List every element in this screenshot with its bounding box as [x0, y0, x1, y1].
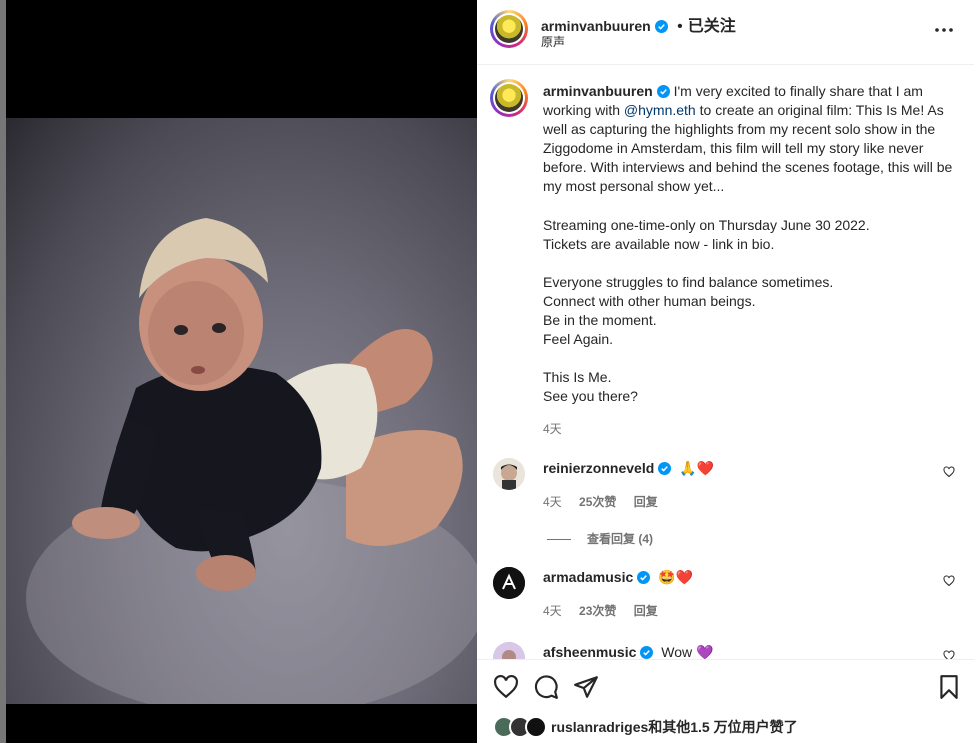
comment-likes[interactable]: 25次赞 [579, 495, 616, 509]
audio-label[interactable]: 原声 [541, 33, 565, 50]
comment-age[interactable]: 4天 [543, 495, 562, 509]
commenter-username[interactable]: reinierzonneveld [543, 460, 654, 476]
commenter-avatar[interactable] [493, 567, 525, 599]
more-options-icon[interactable] [932, 18, 956, 42]
verified-badge-icon [654, 20, 668, 33]
post-caption: arminvanbuuren I'm very excited to final… [543, 82, 957, 406]
comments-scroll-area[interactable]: arminvanbuuren I'm very excited to final… [477, 65, 974, 659]
verified-badge-icon [637, 571, 651, 584]
post-photo[interactable] [6, 118, 477, 704]
commenter-avatar[interactable] [493, 458, 525, 490]
comment-text: 🤩❤️ [658, 569, 694, 585]
liker-avatar [525, 716, 547, 738]
commenter-username[interactable]: afsheenmusic [543, 644, 636, 659]
caption-line: Be in the moment. [543, 311, 657, 328]
author-username[interactable]: arminvanbuuren [541, 18, 651, 34]
comment-text: 🙏❤️ [679, 460, 715, 476]
comment-bubble-icon[interactable] [533, 674, 559, 700]
caption-line: See you there? [543, 388, 638, 405]
save-bookmark-icon[interactable] [936, 674, 962, 700]
caption-line: Connect with other human beings. [543, 292, 756, 309]
follow-status-button[interactable]: 已关注 [688, 18, 736, 35]
share-send-icon[interactable] [573, 674, 599, 700]
caption-author-avatar[interactable] [490, 79, 528, 117]
post-media[interactable] [0, 0, 477, 743]
comment-item: afsheenmusic Wow 💜 [493, 642, 963, 659]
verified-badge-icon [658, 462, 672, 475]
comment-text: Wow 💜 [661, 644, 714, 659]
author-avatar[interactable] [490, 10, 528, 48]
caption-line: Feel Again. [543, 331, 614, 348]
baby-crawling-illustration [26, 218, 477, 704]
caption-line: Streaming one-time-only on Thursday June… [543, 216, 870, 233]
caption-line: Tickets are available now - link in bio. [543, 235, 775, 252]
comment-age[interactable]: 4天 [543, 604, 562, 618]
comment-like-heart-icon[interactable] [943, 650, 955, 659]
comment-like-heart-icon[interactable] [943, 575, 955, 587]
verified-badge-icon [656, 85, 670, 98]
like-heart-icon[interactable] [493, 674, 519, 700]
reply-button[interactable]: 回复 [634, 604, 658, 618]
view-replies-label[interactable]: 查看回复 (4) [587, 532, 653, 546]
caption-line: This Is Me. [543, 369, 612, 386]
comment-like-heart-icon[interactable] [943, 466, 955, 478]
comment-item: reinierzonneveld 🙏❤️ 4天 25次赞 回复 [493, 458, 963, 518]
caption-username[interactable]: arminvanbuuren [543, 83, 653, 99]
post-side-panel: arminvanbuuren • 已关注 原声 arminvanbuuren I'… [477, 0, 974, 743]
post-header: arminvanbuuren • 已关注 原声 [477, 0, 974, 65]
post-age[interactable]: 4天 [543, 420, 562, 437]
commenter-username[interactable]: armadamusic [543, 569, 633, 585]
replies-divider [547, 539, 571, 541]
likes-summary-text[interactable]: ruslanradriges和其他1.5 万位用户赞了 [551, 717, 798, 737]
comment-item: armadamusic 🤩❤️ 4天 23次赞 回复 [493, 567, 963, 627]
verified-badge-icon [640, 646, 654, 659]
reply-button[interactable]: 回复 [634, 495, 658, 509]
view-replies[interactable]: 查看回复 (4) [547, 530, 653, 547]
caption-line: Everyone struggles to find balance somet… [543, 273, 834, 290]
header-separator: • [677, 18, 683, 35]
comment-likes[interactable]: 23次赞 [579, 604, 616, 618]
commenter-avatar[interactable] [493, 642, 525, 659]
mention-link[interactable]: @hymn.eth [624, 102, 696, 118]
